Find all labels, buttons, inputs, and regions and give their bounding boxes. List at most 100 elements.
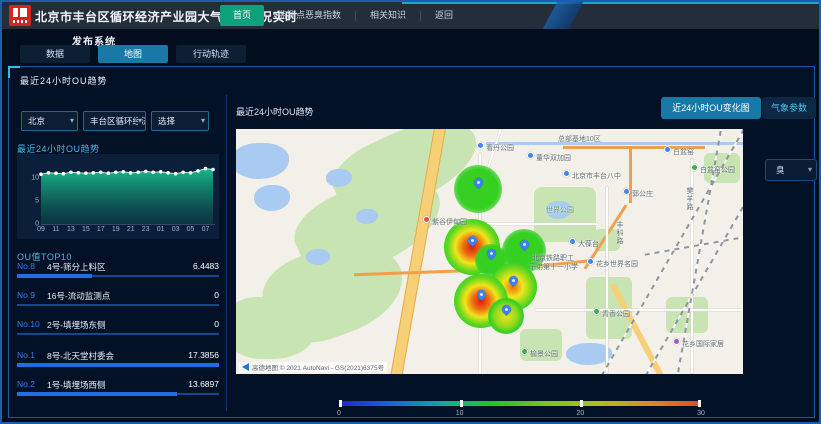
dashboard-page: 北京市丰台区循环经济产业园大气恶臭状况实时 首页 监测点恶臭指数 相关知识 返回… (0, 0, 821, 424)
attribution-text: 高德地图 © 2021 AutoNavi - GS(2021)6375号 (252, 362, 384, 372)
heatmap-map[interactable]: 看丹公园总部基地10区白盆窑白盆窑公园董华双加园北京市丰台八中郭公庄世界公园大葆… (236, 129, 743, 374)
dot-blue-poi-icon (527, 152, 534, 159)
map-label: 总部基地10区 (558, 134, 601, 144)
panel-divider (226, 95, 227, 411)
ou-color-legend (339, 401, 701, 406)
chevron-down-icon: ▾ (201, 112, 205, 130)
list-item[interactable]: No.2 1号-填埋场西侧 13.6897 (17, 379, 219, 405)
y-tick-label: 5 (35, 197, 39, 204)
map-label: 董华双加园 (536, 153, 571, 163)
legend-tick-label: 30 (697, 410, 705, 417)
chevron-down-icon: ▾ (138, 112, 142, 130)
dot-red-poi-icon (423, 216, 430, 223)
legend-marker (580, 400, 583, 407)
street-road (476, 223, 598, 225)
legend-tick-label: 0 (337, 410, 341, 417)
nav-item-back[interactable]: 返回 (421, 5, 467, 26)
rank-label: No.2 (17, 379, 35, 389)
rank-label: No.1 (17, 350, 35, 360)
x-tick-label: 09 (37, 226, 45, 233)
panel-title: 最近24小时OU趋势 (20, 74, 108, 87)
dot-green-poi-icon (521, 348, 528, 355)
ou-trend-chart: 0510 091113151719212301030507 (17, 154, 219, 239)
ou-value: 17.3856 (188, 350, 219, 360)
map-section-title: 最近24小时OU趋势 (236, 105, 314, 118)
map-label: 青香公园 (602, 309, 630, 319)
ou-bar-track (17, 275, 219, 277)
legend-tick-label: 10 (456, 410, 464, 417)
map-label: 看丹公园 (486, 143, 514, 153)
map-label: 花乡国际家居 (682, 339, 724, 349)
x-tick-label: 05 (187, 226, 195, 233)
tab-map[interactable]: 地图 (98, 45, 168, 63)
ou-bar-track (17, 304, 219, 306)
main-panel: 最近24小时OU趋势 北京 ▾ 丰台区循环经济产业园 ▾ 选择 ▾ 最近24小时… (8, 66, 815, 418)
water-area (254, 185, 290, 211)
map-label: 丰科路 (614, 221, 624, 245)
publish-tabs: 数据 地图 行动轨迹 (20, 45, 246, 63)
nav-item-knowledge[interactable]: 相关知识 (356, 5, 420, 26)
railway-line (645, 236, 743, 255)
area-chart-svg (41, 164, 213, 224)
map-label: 大葆台 (578, 239, 599, 249)
x-tick-label: 15 (82, 226, 90, 233)
water-area (236, 143, 289, 179)
nav-item-odor-index[interactable]: 监测点恶臭指数 (264, 5, 355, 26)
x-tick-label: 19 (112, 226, 120, 233)
header-accent-line (402, 2, 821, 4)
x-tick-label: 07 (202, 226, 210, 233)
main-nav: 首页 监测点恶臭指数 相关知识 返回 (220, 5, 467, 26)
map-label: 花乡世界名园 (596, 259, 638, 269)
list-item[interactable]: No.1 8号-北天堂村委会 17.3856 (17, 350, 219, 376)
map-label: 子弟第十一小学 (529, 262, 578, 272)
x-tick-label: 23 (142, 226, 150, 233)
legend-tick-label: 20 (576, 410, 584, 417)
rank-label: No.9 (17, 290, 35, 300)
ou-value: 13.6897 (188, 379, 219, 389)
app-logo-icon (9, 5, 31, 26)
map-label: 白盆窑公园 (700, 165, 735, 175)
map-type-select-value: 臭 (776, 165, 785, 175)
ou-bar (17, 392, 177, 396)
ou-bar-track (17, 333, 219, 335)
map-type-select[interactable]: 臭 ▾ (765, 159, 817, 181)
dot-purple-poi-icon (673, 338, 680, 345)
map-label: 紫谷伊甸园 (432, 217, 467, 227)
logo-subtext (13, 20, 27, 23)
river-line (486, 142, 743, 145)
x-tick-label: 03 (172, 226, 180, 233)
list-item[interactable]: No.8 4号-筛分上料区 6.4483 (17, 261, 219, 287)
dot-blue-poi-icon (587, 258, 594, 265)
station-name: 2号-填埋场东侧 (47, 319, 106, 331)
station-select-value: 选择 (158, 116, 175, 126)
list-item[interactable]: No.10 2号-填埋场东侧 0 (17, 319, 219, 345)
tab-data[interactable]: 数据 (20, 45, 90, 63)
ou-bar-track (17, 393, 219, 395)
chevron-down-icon: ▾ (70, 112, 74, 130)
ou-value: 0 (214, 319, 219, 329)
ou-value: 0 (214, 290, 219, 300)
x-tick-label: 17 (97, 226, 105, 233)
legend-marker (460, 400, 463, 407)
rank-label: No.8 (17, 261, 35, 271)
street-road (606, 187, 608, 373)
chart-plot-area (41, 164, 213, 224)
x-tick-label: 13 (67, 226, 75, 233)
legend-marker (339, 400, 342, 407)
map-label: 世界公园 (546, 205, 574, 215)
ou-bar-track (17, 364, 219, 366)
map-label: 白盆窑 (673, 147, 694, 157)
tab-track[interactable]: 行动轨迹 (176, 45, 246, 63)
ou-value: 6.4483 (193, 261, 219, 271)
station-select[interactable]: 选择 ▾ (151, 111, 209, 131)
x-axis-line (41, 224, 215, 225)
list-item[interactable]: No.9 16号-流动监测点 0 (17, 290, 219, 316)
panel-corner-accent (8, 66, 20, 78)
weather-params-button[interactable]: 气象参数 (762, 97, 816, 119)
nav-item-home[interactable]: 首页 (220, 5, 264, 26)
ou-change-map-button[interactable]: 近24小时OU变化图 (661, 97, 761, 119)
park-select[interactable]: 丰台区循环经济产业园 ▾ (83, 111, 146, 131)
x-tick-label: 01 (157, 226, 165, 233)
city-select[interactable]: 北京 ▾ (21, 111, 78, 131)
station-name: 1号-填埋场西侧 (47, 379, 106, 391)
